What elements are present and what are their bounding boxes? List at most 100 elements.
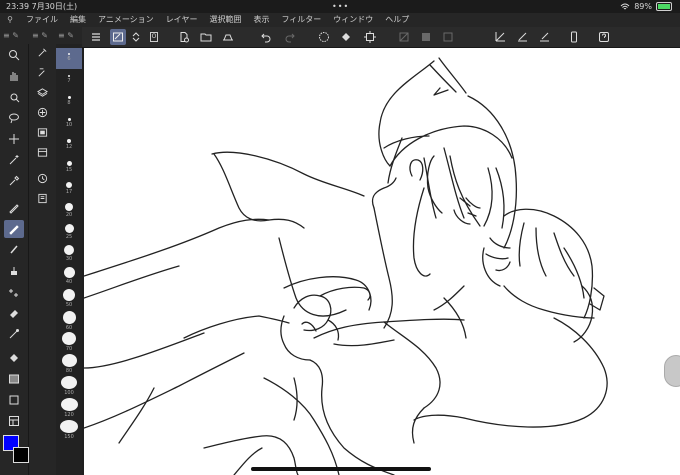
brush-size-20[interactable]: 20 (56, 201, 82, 222)
eyedropper-icon[interactable] (4, 172, 24, 190)
eraser-icon[interactable] (4, 304, 24, 322)
zoom-icon[interactable] (4, 46, 24, 64)
brush-size-label: 17 (65, 188, 73, 195)
lasso-icon[interactable] (4, 109, 24, 127)
brush-size-label: 40 (65, 279, 73, 285)
brush-size-dot (60, 419, 78, 433)
brush-size-150[interactable]: 150 (56, 419, 82, 440)
brush-size-12[interactable]: 12 (56, 135, 82, 156)
home-indicator[interactable] (251, 467, 431, 471)
menu-window[interactable]: ウィンドウ (327, 13, 379, 27)
material-icon[interactable] (33, 104, 51, 120)
brush-size-dot (65, 202, 73, 211)
fill-selection-icon[interactable] (418, 29, 434, 45)
brush-size-25[interactable]: 25 (56, 222, 82, 243)
app-logo-icon[interactable]: ⚲ (0, 13, 20, 27)
menu-filter[interactable]: フィルター (275, 13, 327, 27)
menu-edit[interactable]: 編集 (64, 13, 92, 27)
brush-size-70[interactable]: 70 (56, 331, 82, 352)
tool-palette (0, 44, 29, 475)
brush-size-17[interactable]: 17 (56, 179, 82, 200)
brush-display-icon[interactable]: O (146, 29, 162, 45)
pencil-ruler-icon[interactable] (536, 29, 552, 45)
brush-size-panel-header[interactable]: ≡ ✎ (58, 29, 74, 43)
brush-size-dot (67, 139, 71, 144)
transform-icon[interactable] (440, 29, 456, 45)
sub-pen-icon[interactable] (33, 44, 51, 60)
select-all-icon[interactable] (316, 29, 332, 45)
airbrush-icon[interactable] (4, 262, 24, 280)
ruler-icon[interactable] (492, 29, 508, 45)
hand-icon[interactable] (4, 67, 24, 85)
redo-icon[interactable] (282, 29, 298, 45)
brush-size-dot (61, 376, 77, 389)
brush-size-40[interactable]: 40 (56, 266, 82, 287)
menu-view[interactable]: 表示 (247, 13, 275, 27)
history-icon[interactable] (33, 170, 51, 186)
menu-file[interactable]: ファイル (20, 13, 64, 27)
brush-size-120[interactable]: 120 (56, 397, 82, 418)
brush-icon[interactable] (4, 241, 24, 259)
pen-ruler-icon[interactable] (514, 29, 530, 45)
brush-size-50[interactable]: 50 (56, 288, 82, 309)
timeline-icon[interactable] (33, 144, 51, 160)
subtool-panel-header[interactable]: ≡ ✎ (32, 29, 48, 43)
magic-wand-icon[interactable] (4, 151, 24, 169)
move-icon[interactable] (4, 130, 24, 148)
brush-size-30[interactable]: 30 (56, 244, 82, 265)
brush-size-8[interactable]: 8 (56, 92, 82, 113)
decoration-icon[interactable] (4, 283, 24, 301)
sub-color-swatch[interactable] (13, 447, 29, 463)
frame-icon[interactable] (4, 412, 24, 430)
brush-size-15[interactable]: 15 (56, 157, 82, 178)
pencil-icon[interactable] (4, 220, 24, 238)
battery-percent: 89% (634, 2, 652, 11)
brush-size-dot (64, 223, 74, 233)
brush-size-7[interactable]: 7 (56, 70, 82, 91)
menu-selection[interactable]: 選択範囲 (203, 13, 247, 27)
color-indicator[interactable] (1, 433, 29, 465)
save-icon[interactable] (220, 29, 236, 45)
smartphone-icon[interactable] (566, 29, 582, 45)
open-folder-icon[interactable] (198, 29, 214, 45)
brush-size-icon[interactable] (110, 29, 126, 45)
crop-icon[interactable] (362, 29, 378, 45)
navigator-icon[interactable] (33, 124, 51, 140)
pen-icon[interactable] (4, 199, 24, 217)
blend-icon[interactable] (4, 325, 24, 343)
menu-layer[interactable]: レイヤー (160, 13, 204, 27)
tool-panel-header[interactable]: ≡ ✎ (3, 29, 19, 43)
menu-help[interactable]: ヘルプ (379, 13, 415, 27)
brush-size-dot (61, 354, 77, 368)
wifi-icon (620, 3, 630, 9)
sketch-drawing (84, 57, 608, 475)
brush-size-dot (68, 53, 70, 55)
brush-size-dot (63, 288, 75, 301)
eyedropper-select-icon[interactable] (4, 88, 24, 106)
side-panel-handle[interactable] (664, 355, 680, 387)
brush-size-dot (66, 181, 72, 188)
new-file-icon[interactable] (176, 29, 192, 45)
brush-size-6[interactable]: 6 (56, 48, 82, 69)
brush-size-80[interactable]: 80 (56, 353, 82, 374)
menu-icon[interactable] (88, 29, 104, 45)
figure-icon[interactable] (4, 391, 24, 409)
sub-tool-palette (30, 44, 54, 464)
canvas[interactable] (84, 48, 680, 475)
clear-icon[interactable] (396, 29, 412, 45)
layer-property-icon[interactable] (33, 64, 51, 80)
menu-animation[interactable]: アニメーション (92, 13, 160, 27)
undo-icon[interactable] (258, 29, 274, 45)
battery-icon (656, 2, 672, 11)
brush-size-100[interactable]: 100 (56, 375, 82, 396)
help-icon[interactable] (596, 29, 612, 45)
swap-icon[interactable] (128, 29, 144, 45)
brush-size-60[interactable]: 60 (56, 310, 82, 331)
layers-icon[interactable] (33, 84, 51, 100)
multitask-dots[interactable]: ••• (332, 0, 349, 13)
auto-action-icon[interactable] (33, 190, 51, 206)
fill-tool-icon[interactable] (4, 349, 24, 367)
brush-size-10[interactable]: 10 (56, 113, 82, 134)
gradient-icon[interactable] (4, 370, 24, 388)
fill-icon[interactable] (338, 29, 354, 45)
